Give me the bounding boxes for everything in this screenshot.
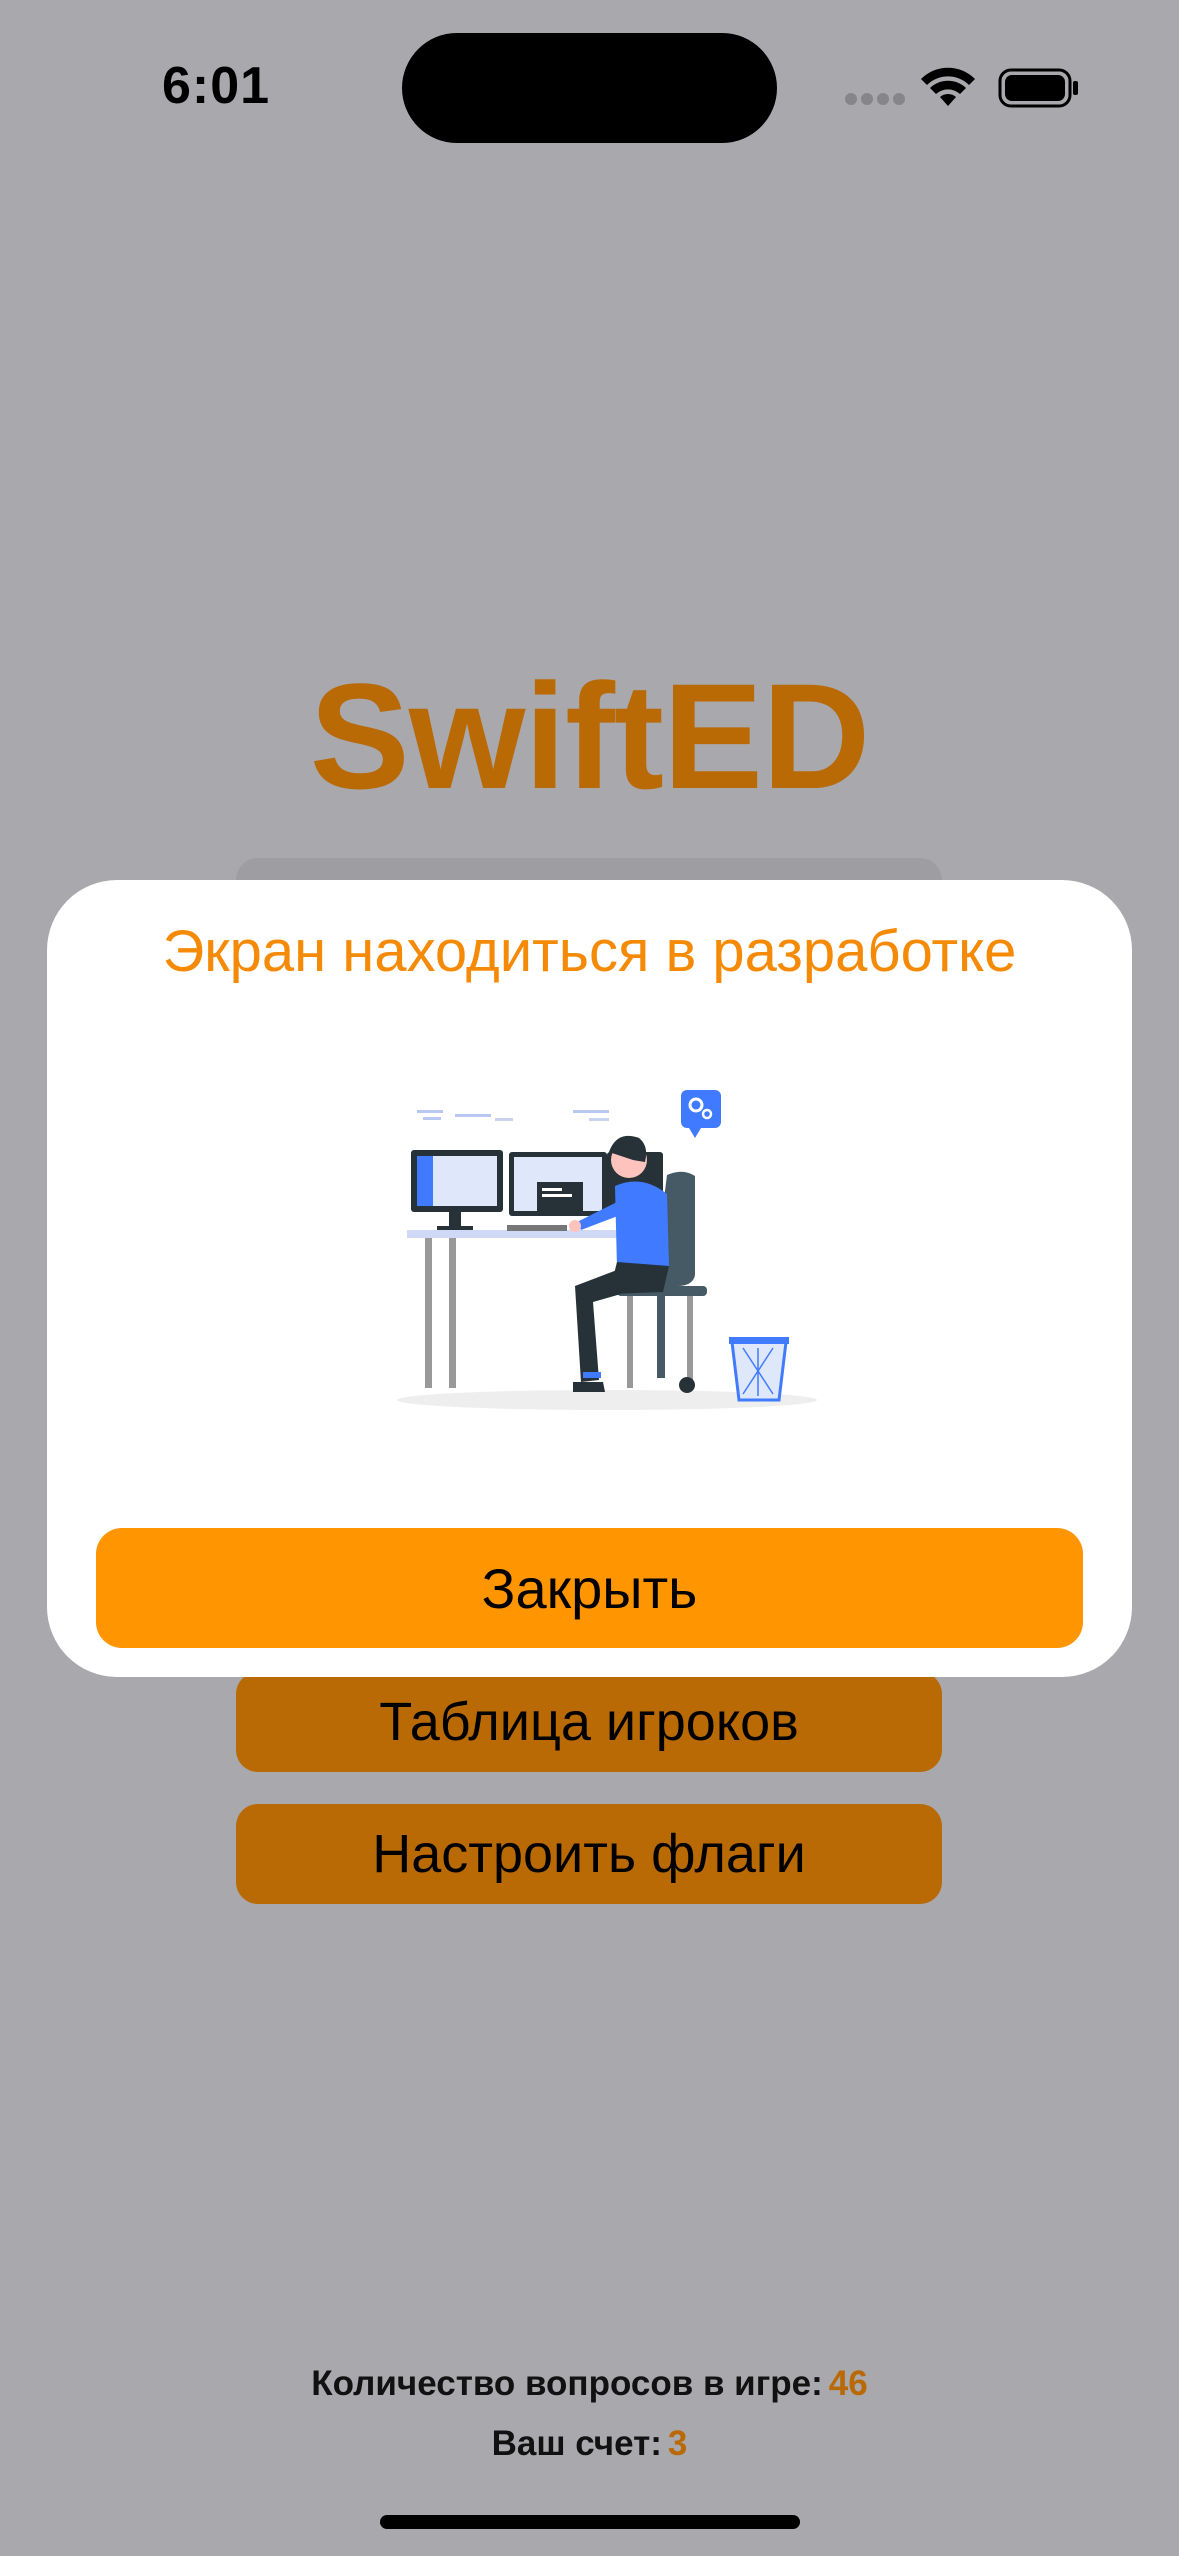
cellular-signal-icon [845, 93, 905, 107]
modal-title: Экран находиться в разработке [162, 919, 1017, 984]
questions-count-label: Количество вопросов в игре: [311, 2364, 823, 2403]
score-line: Ваш счет: 3 [0, 2424, 1179, 2464]
status-time: 6:01 [162, 57, 271, 115]
questions-count-line: Количество вопросов в игре: 46 [0, 2364, 1179, 2404]
score-label: Ваш счет: [491, 2424, 662, 2463]
close-button[interactable]: Закрыть [96, 1528, 1083, 1648]
dynamic-island [402, 33, 777, 143]
players-table-button[interactable]: Таблица игроков [236, 1672, 942, 1772]
configure-flags-button[interactable]: Настроить флаги [236, 1804, 942, 1904]
under-development-modal: Экран находиться в разработке Закрыть [47, 880, 1132, 1677]
app-title: SwiftED [309, 652, 871, 820]
score-value: 3 [667, 2424, 688, 2463]
developer-at-desk-illustration [397, 1090, 817, 1410]
wifi-icon [921, 67, 975, 106]
questions-count-value: 46 [828, 2364, 868, 2403]
battery-icon [998, 68, 1078, 108]
status-bar: 6:01 [0, 0, 1179, 180]
home-indicator[interactable] [380, 2515, 800, 2529]
